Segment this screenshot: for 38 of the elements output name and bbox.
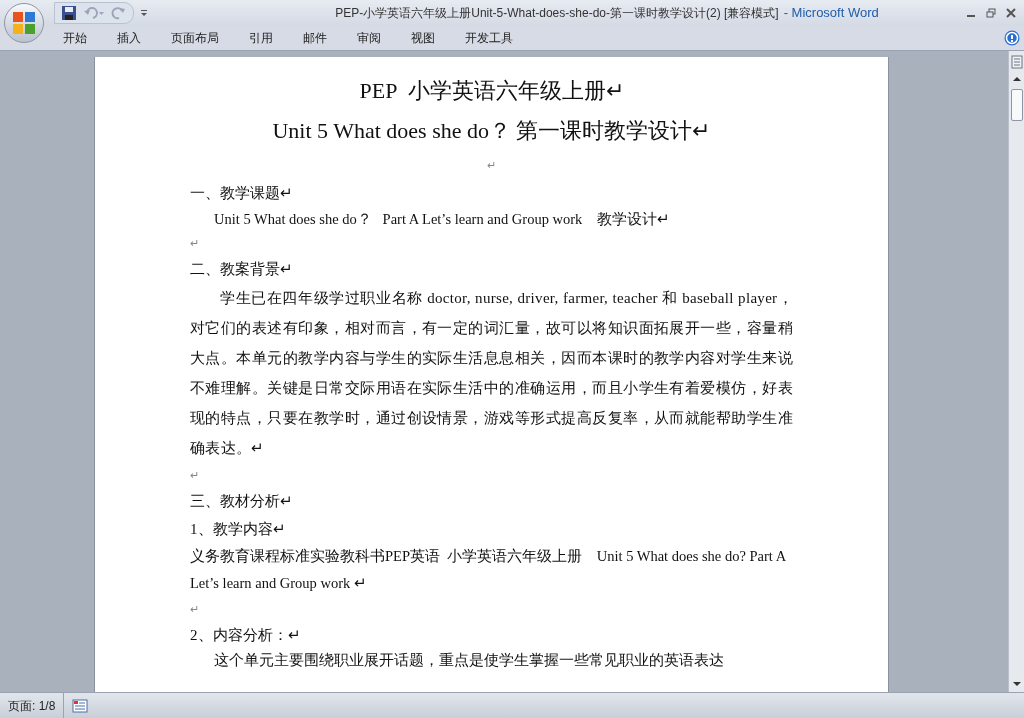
scrollbar-thumb[interactable] [1010,89,1023,121]
ribbon-tab[interactable]: 开发工具 [452,27,526,49]
page-indicator[interactable]: 页面: 1/8 [0,692,65,718]
help-icon[interactable] [1004,30,1020,46]
paragraph: 这个单元主要围绕职业展开话题，重点是使学生掌握一些常见职业的英语表达 [214,652,724,668]
window-title: PEP-小学英语六年级上册Unit-5-What-does-she-do-第一课时教学设计(2) [兼容模式] [335,5,779,22]
ribbon-tab[interactable]: 引用 [236,27,286,49]
ribbon-tab[interactable]: 页面布局 [158,27,232,49]
ribbon-tab[interactable]: 视图 [398,27,448,49]
paragraph-mark: ↵ [190,469,199,481]
section-heading: 三、教材分析↵ [190,493,293,509]
ruler-toggle-icon[interactable] [1010,55,1023,69]
scroll-down-icon[interactable] [1011,680,1022,688]
paragraph: 义务教育课程标准实验教科书PEP英语 小学英语六年级上册 Unit 5 What does she do? Part A Let’s learn and Group work ↵ [190,548,787,591]
proofing-icon[interactable] [72,698,89,713]
ribbon-tab[interactable]: 审阅 [344,27,394,49]
section-heading: 2、内容分析：↵ [190,627,301,643]
document-title: Unit 5 What does she do？ 第一课时教学设计↵ [272,118,711,143]
paragraph-mark: ↵ [190,603,199,615]
paragraph: 学生已在四年级学过职业名称 doctor, nurse, driver, farmer, teacher 和 baseball player，对它们的表述有印象，相对而言，有一定的词汇量，故可以将知识面拓展开一些，容量稍大点。本单元的教学内容与学生的实际生活息息相关，因而本课时的教学内容对学生来说不难理解。关键是日常交际用语在实际生活中的准确运用，而且小学生有着爱模仿，好表现的特点，只要在教学时，通过创设情景，游戏等形式提高反复率，从而就能帮助学生准确表达。↵ [190,290,793,456]
customize-toolbar-icon[interactable] [140,9,148,17]
paragraph-mark: ↵ [190,237,199,249]
app-name: - Microsoft Word [783,4,879,23]
paragraph-mark: ↵ [487,159,496,171]
section-heading: 二、教案背景↵ [190,261,293,277]
scroll-up-icon[interactable] [1011,75,1022,83]
office-button[interactable] [4,3,44,43]
document-title: PEP 小学英语六年级上册↵ [359,78,624,103]
ribbon-tab[interactable]: 开始 [50,27,100,49]
restore-icon[interactable] [986,8,996,18]
office-logo-icon [12,11,36,35]
save-icon[interactable] [61,5,77,21]
ribbon-tab[interactable]: 插入 [104,27,154,49]
paragraph: Unit 5 What does she do？ Part A Let’s learn and Group work 教学设计↵ [214,211,670,227]
ribbon-tab[interactable]: 邮件 [290,27,340,49]
section-heading: 一、教学课题↵ [190,185,293,201]
close-icon[interactable] [1006,8,1016,18]
section-heading: 1、教学内容↵ [190,521,286,537]
